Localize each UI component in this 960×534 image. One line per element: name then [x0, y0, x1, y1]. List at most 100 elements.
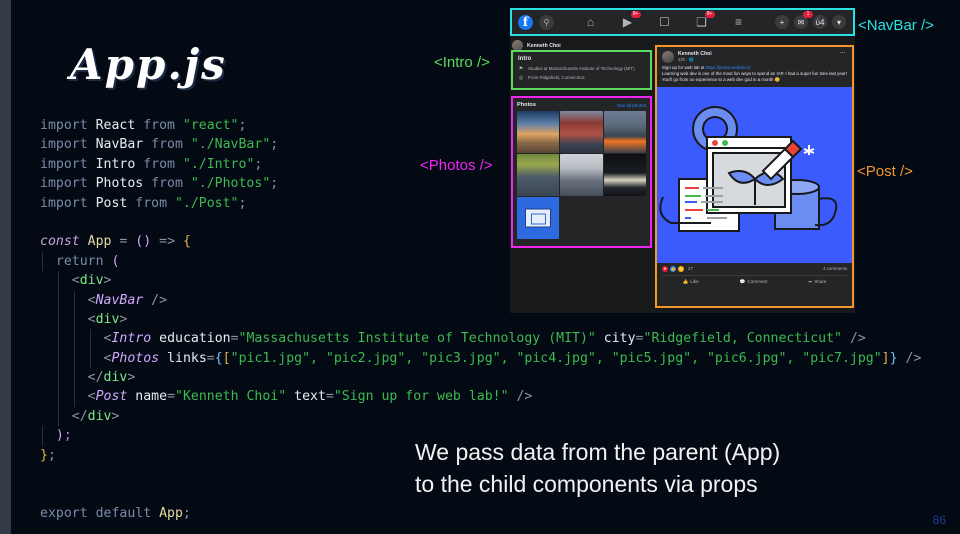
account-icon[interactable]: ▾	[832, 15, 846, 29]
code-token: import	[40, 118, 96, 133]
code-line: <Post name="Kenneth Choi" text="Sign up …	[40, 387, 940, 407]
code-token: div	[103, 370, 128, 386]
post-avatar	[662, 51, 674, 63]
indent-guide	[57, 309, 59, 330]
code-token: =	[325, 389, 334, 405]
annotation-photos: <Photos />	[420, 157, 493, 174]
code-token: [	[222, 350, 231, 366]
photo-thumbnail[interactable]	[603, 154, 646, 196]
notifications-icon[interactable]: ὑ4	[813, 15, 827, 29]
page-title: App.js	[70, 40, 227, 89]
action-label: Like	[690, 279, 699, 285]
indent-guide	[73, 368, 75, 388]
navbar-center-icons: ⌂ ▶ 9+ ☐ ❑ 9+ ≡	[554, 11, 775, 29]
code-token: Intro	[111, 331, 152, 347]
post-card: Kenneth Choi 22h · 🌐 ⋯ Sign up for web l…	[655, 45, 854, 308]
code-token: </	[40, 408, 88, 424]
photo-thumbnail[interactable]	[560, 154, 603, 196]
code-token: ;	[238, 195, 247, 211]
weblab-illustration-icon	[659, 105, 838, 232]
code-token: >	[127, 370, 136, 386]
code-token: (	[111, 253, 120, 269]
code-token: import	[40, 137, 96, 153]
photo-thumbnail[interactable]	[517, 111, 560, 153]
code-token: =	[635, 331, 644, 347]
code-token: App	[159, 505, 183, 521]
reactions-row: ♥ 👍 ☺ 27 4 comments	[662, 265, 847, 272]
code-token: <	[40, 389, 96, 405]
code-token: }	[40, 447, 48, 463]
code-token: "pic1.jpg", "pic2.jpg", "pic3.jpg", "pic…	[230, 350, 882, 366]
indent-guide	[89, 329, 91, 349]
comment-count[interactable]: 4 comments	[823, 266, 847, 271]
code-token: Intro	[95, 156, 136, 172]
indent-guide	[42, 426, 43, 446]
caption-line-2: to the child components via props	[415, 471, 758, 497]
code-token: ;	[238, 118, 247, 133]
photo-thumbnail[interactable]	[603, 111, 646, 153]
indent-guide	[57, 348, 59, 369]
search-icon[interactable]: ⚲	[539, 14, 554, 30]
love-reaction-icon: ♥	[662, 265, 668, 272]
indent-guide	[57, 368, 59, 388]
messenger-icon[interactable]: ✉ 1	[794, 11, 813, 29]
see-all-photos-link[interactable]: See all photos	[617, 103, 646, 108]
create-icon[interactable]: +	[775, 15, 789, 29]
photos-heading: Photos	[517, 102, 536, 108]
code-token: =	[206, 350, 215, 366]
notification-badge: 1	[803, 11, 813, 18]
like-reaction-icon: 👍	[670, 265, 676, 272]
code-token: Photos	[95, 176, 144, 192]
post-text-line-3: You'll go from no experience to a web de…	[662, 77, 781, 83]
graduation-cap-icon: ⚑	[518, 66, 524, 72]
intro-heading: Intro	[518, 56, 532, 62]
code-token: export default	[40, 505, 160, 521]
menu-icon[interactable]: ≡	[731, 15, 747, 29]
comment-action[interactable]: 💬 Comment	[740, 279, 768, 285]
indent-guide	[57, 387, 59, 407]
video-icon[interactable]: ▶ 9+	[620, 11, 641, 29]
annotation-post: <Post />	[857, 163, 913, 180]
code-token: React	[95, 118, 136, 133]
reaction-count: 27	[688, 266, 693, 272]
notification-badge: 9+	[704, 11, 715, 18]
code-token: <	[40, 273, 80, 289]
code-token: ;	[182, 505, 191, 521]
code-token: NavBar	[95, 292, 144, 308]
code-token: "./Photos"	[190, 176, 271, 192]
indent-guide	[57, 329, 59, 349]
code-token: return	[40, 253, 112, 269]
indent-guide	[73, 329, 75, 349]
intro-row: ◎ From Ridgefield, Connecticut	[518, 75, 645, 81]
slide-root: App.js import React from "react"; import …	[0, 0, 960, 534]
facebook-logo-icon[interactable]: f	[518, 14, 533, 30]
facebook-navbar[interactable]: f ⚲ ⌂ ▶ 9+ ☐ ❑ 9+ ≡ + ✉ 1 ὑ4 ▾	[510, 8, 855, 36]
code-token: "./NavBar"	[190, 137, 271, 153]
code-token: />	[143, 292, 168, 308]
share-action[interactable]: ➦ Share	[808, 279, 826, 285]
photo-thumbnail[interactable]	[517, 154, 560, 196]
code-token: ;	[63, 428, 72, 444]
indent-guide	[73, 309, 75, 330]
home-icon[interactable]: ⌂	[583, 15, 599, 29]
code-token: ;	[270, 176, 279, 192]
intro-rows: ⚑ Studies at Massachusetts Institute of T…	[518, 66, 645, 81]
code-token: =	[167, 389, 176, 405]
groups-icon[interactable]: ❑ 9+	[694, 11, 715, 29]
photo-thumbnail[interactable]	[560, 111, 603, 153]
photo-thumbnail[interactable]	[517, 197, 560, 239]
code-token: <	[40, 350, 112, 366]
photos-grid	[517, 111, 646, 239]
post-footer: ♥ 👍 ☺ 27 4 comments 👍 Like 💬 Comment ➦ Share	[657, 263, 852, 285]
notification-badge: 9+	[630, 11, 641, 18]
more-options-icon[interactable]: ⋯	[839, 50, 846, 57]
code-token: ;	[270, 137, 279, 153]
marketplace-icon[interactable]: ☐	[657, 15, 673, 29]
like-action[interactable]: 👍 Like	[683, 279, 699, 285]
code-token: div	[79, 273, 104, 289]
code-token: "./Post"	[174, 195, 239, 211]
post-link[interactable]: https://portal.weblab.is/	[706, 65, 751, 70]
action-icon: ➦	[808, 278, 813, 284]
code-token: const	[40, 234, 88, 250]
